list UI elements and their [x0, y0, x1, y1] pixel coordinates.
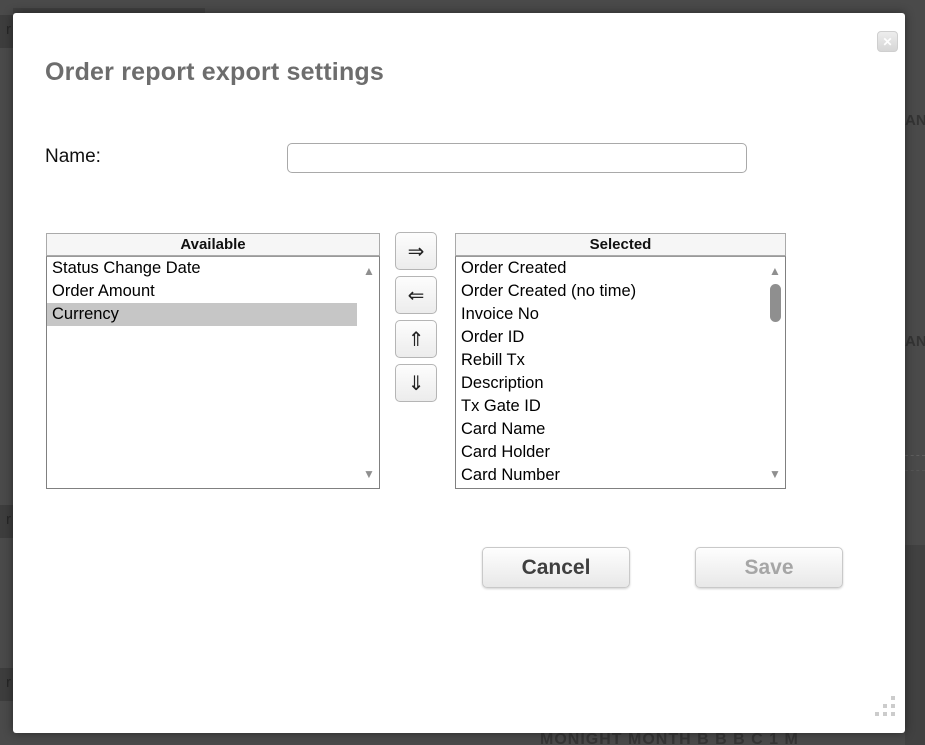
- list-item[interactable]: Currency: [47, 303, 357, 326]
- selected-panel: Selected ▲ ▼ Order CreatedOrder Created …: [455, 233, 786, 489]
- name-label: Name:: [45, 146, 101, 168]
- background-text-fragment: AN: [905, 333, 925, 350]
- list-item[interactable]: Card Name: [456, 418, 763, 441]
- cancel-button[interactable]: Cancel: [482, 547, 630, 588]
- list-item[interactable]: Invoice No: [456, 303, 763, 326]
- available-list[interactable]: ▲ ▼ Status Change DateOrder AmountCurren…: [46, 256, 380, 489]
- scroll-up-icon[interactable]: ▲: [362, 265, 376, 277]
- available-panel: Available ▲ ▼ Status Change DateOrder Am…: [46, 233, 380, 489]
- list-item[interactable]: Card Holder: [456, 441, 763, 464]
- scroll-down-icon[interactable]: ▼: [362, 468, 376, 480]
- move-to-selected-button[interactable]: ⇒: [395, 232, 437, 270]
- available-scrollbar[interactable]: ▲ ▼: [359, 257, 379, 488]
- available-header: Available: [46, 233, 380, 256]
- move-down-button[interactable]: ⇓: [395, 364, 437, 402]
- background-text-fragment: r: [0, 668, 13, 701]
- background-text-fragment: MONIGHT MONTH B B B C 1 M: [540, 731, 925, 745]
- scrollbar-thumb[interactable]: [770, 284, 781, 322]
- selected-header: Selected: [455, 233, 786, 256]
- background-text-fragment: AN: [905, 112, 925, 129]
- move-up-button[interactable]: ⇑: [395, 320, 437, 358]
- export-settings-dialog: ✕ Order report export settings Name: Ava…: [13, 13, 905, 733]
- list-item[interactable]: Rebill Tx: [456, 349, 763, 372]
- list-item[interactable]: Order Created (no time): [456, 280, 763, 303]
- list-item[interactable]: Order Amount: [47, 280, 357, 303]
- background-text-fragment: r: [0, 505, 13, 538]
- close-icon: ✕: [882, 36, 892, 48]
- transfer-buttons: ⇒ ⇐ ⇑ ⇓: [395, 232, 437, 402]
- background-divider: [905, 455, 925, 456]
- background-text-fragment: r: [0, 15, 13, 48]
- list-item[interactable]: Card Number: [456, 464, 763, 487]
- scroll-down-icon[interactable]: ▼: [768, 468, 782, 480]
- list-item[interactable]: Order Created: [456, 257, 763, 280]
- move-to-available-button[interactable]: ⇐: [395, 276, 437, 314]
- list-item[interactable]: Status Change Date: [47, 257, 357, 280]
- background-divider: [905, 470, 925, 471]
- resize-grip[interactable]: [872, 693, 898, 719]
- selected-scrollbar[interactable]: ▲ ▼: [765, 257, 785, 488]
- name-input[interactable]: [287, 143, 747, 173]
- background-panel: [905, 545, 925, 745]
- list-item[interactable]: Description: [456, 372, 763, 395]
- selected-list[interactable]: ▲ ▼ Order CreatedOrder Created (no time)…: [455, 256, 786, 489]
- dialog-title: Order report export settings: [45, 58, 384, 87]
- list-item[interactable]: Order ID: [456, 326, 763, 349]
- save-button[interactable]: Save: [695, 547, 843, 588]
- scroll-up-icon[interactable]: ▲: [768, 265, 782, 277]
- list-item[interactable]: Tx Gate ID: [456, 395, 763, 418]
- close-button[interactable]: ✕: [877, 31, 898, 52]
